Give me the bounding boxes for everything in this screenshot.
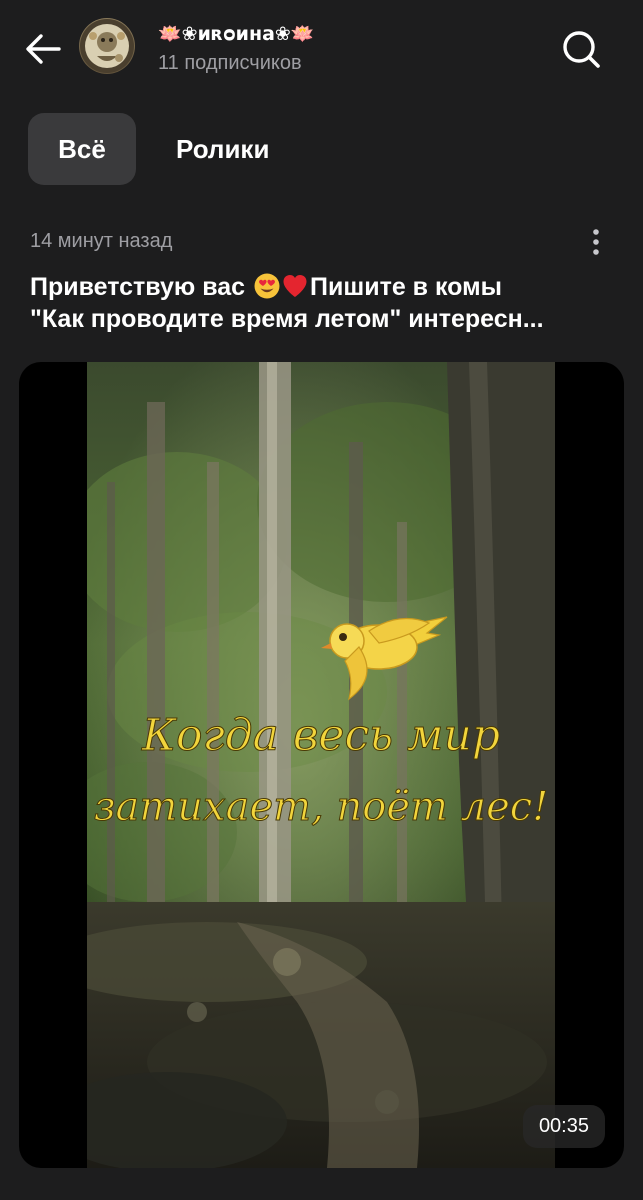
post-menu-button[interactable] <box>580 224 612 260</box>
post-title[interactable]: Приветствую вас Пишите в комы "Как прово… <box>30 271 620 335</box>
overlay-caption-line-2: затихает, поёт лес! <box>94 784 549 830</box>
avatar-image <box>80 19 134 73</box>
post-title-line-1: Приветствую вас Пишите в комы <box>30 271 620 303</box>
subscriber-count: 11 подписчиков <box>158 52 302 74</box>
arrow-left-icon <box>26 34 61 64</box>
video-thumbnail: Когда весь мир затихает, поёт лес! <box>87 362 555 1168</box>
channel-header: 🪷❀иʀᴑина❀🪷 11 подписчиков <box>0 0 643 96</box>
avatar[interactable] <box>79 18 135 74</box>
heart-eyes-emoji-icon <box>254 273 280 299</box>
video-overlay-caption: Когда весь мир затихает, поёт лес! <box>93 710 549 831</box>
overlay-caption-line-1: Когда весь мир <box>141 710 500 761</box>
search-icon <box>563 31 600 68</box>
post-title-part-1: Приветствую вас <box>30 273 253 301</box>
video-player[interactable]: Когда весь мир затихает, поёт лес! 00:35 <box>19 362 624 1168</box>
tab-all[interactable]: Всё <box>28 113 136 185</box>
back-button[interactable] <box>20 26 66 72</box>
tab-shorts[interactable]: Ролики <box>172 113 273 185</box>
red-heart-emoji-icon <box>283 275 307 297</box>
search-button[interactable] <box>558 26 604 72</box>
channel-name[interactable]: 🪷❀иʀᴑина❀🪷 <box>158 22 314 45</box>
more-vertical-icon <box>593 229 599 255</box>
post-timestamp: 14 минут назад <box>30 230 173 252</box>
post-title-part-2: Пишите в комы <box>310 273 502 301</box>
post-title-line-2: "Как проводите время летом" интересн... <box>30 305 544 333</box>
content-tabs: Всё Ролики <box>28 113 273 185</box>
video-duration-badge: 00:35 <box>522 1105 605 1148</box>
